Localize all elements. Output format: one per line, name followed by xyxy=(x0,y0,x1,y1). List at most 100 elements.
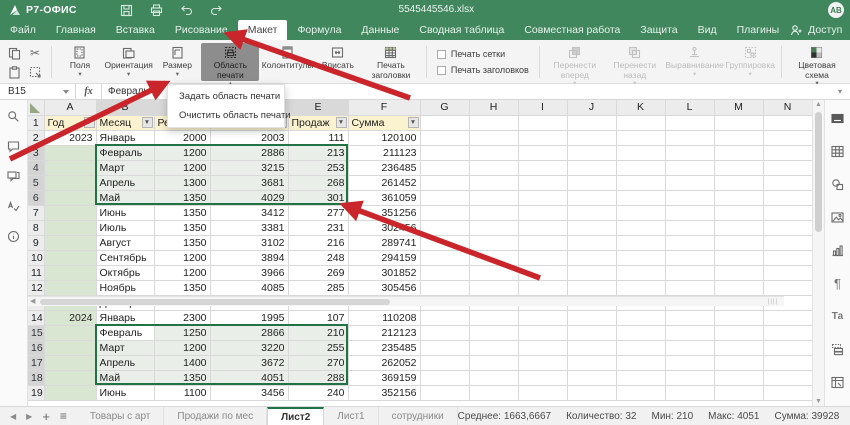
cell-C3[interactable]: 1200 xyxy=(154,145,210,160)
empty-cell[interactable] xyxy=(518,310,567,325)
copy-button[interactable] xyxy=(4,44,24,62)
empty-cell[interactable] xyxy=(469,160,518,175)
empty-cell[interactable] xyxy=(469,355,518,370)
empty-cell[interactable] xyxy=(665,385,714,400)
empty-cell[interactable] xyxy=(420,220,469,235)
checkbox-icon[interactable] xyxy=(437,66,446,75)
pivot-settings-panel-button[interactable] xyxy=(830,374,846,390)
cell-E11[interactable]: 269 xyxy=(288,265,348,280)
cell-C12[interactable]: 1350 xyxy=(154,280,210,295)
search-panel-button[interactable] xyxy=(6,108,22,124)
cell-E16[interactable]: 255 xyxy=(288,340,348,355)
empty-cell[interactable] xyxy=(665,280,714,295)
empty-cell[interactable] xyxy=(665,220,714,235)
cell-C11[interactable]: 1200 xyxy=(154,265,210,280)
empty-cell[interactable] xyxy=(420,370,469,385)
cell-D7[interactable]: 3412 xyxy=(210,205,288,220)
cell-B14[interactable]: Январь xyxy=(96,310,154,325)
empty-cell[interactable] xyxy=(714,220,763,235)
empty-cell[interactable] xyxy=(616,235,665,250)
checkbox-print-grid[interactable]: Печать сетки xyxy=(437,49,529,59)
empty-cell[interactable] xyxy=(420,190,469,205)
empty-cell[interactable] xyxy=(616,310,665,325)
cell-E5[interactable]: 268 xyxy=(288,175,348,190)
empty-cell[interactable] xyxy=(665,235,714,250)
empty-cell[interactable] xyxy=(518,325,567,340)
headers-footers-button[interactable]: Колонтитулы xyxy=(261,43,314,81)
cell-name-box[interactable]: B15 xyxy=(0,84,76,99)
add-sheet-button[interactable]: + xyxy=(42,409,50,424)
empty-cell[interactable] xyxy=(763,160,812,175)
cell-A18[interactable] xyxy=(44,370,96,385)
empty-cell[interactable] xyxy=(714,190,763,205)
empty-cell[interactable] xyxy=(567,280,616,295)
sheet-tab-лист2[interactable]: Лист2 xyxy=(267,407,324,425)
empty-cell[interactable] xyxy=(714,115,763,130)
spellcheck-panel-button[interactable] xyxy=(6,198,22,214)
empty-cell[interactable] xyxy=(665,160,714,175)
paragraph-settings-panel-button[interactable]: ¶ xyxy=(830,275,846,291)
empty-cell[interactable] xyxy=(420,355,469,370)
empty-cell[interactable] xyxy=(469,190,518,205)
empty-cell[interactable] xyxy=(763,355,812,370)
cells-table[interactable]: ABCDEFGHIJKLMN1Год▼Месяц▼Реклама▼Посетит… xyxy=(28,100,813,401)
cell-D17[interactable]: 3672 xyxy=(210,355,288,370)
empty-cell[interactable] xyxy=(469,220,518,235)
empty-cell[interactable] xyxy=(420,160,469,175)
cell-C4[interactable]: 1200 xyxy=(154,160,210,175)
empty-cell[interactable] xyxy=(714,340,763,355)
cell-B16[interactable]: Март xyxy=(96,340,154,355)
size-button[interactable]: Размер▾ xyxy=(155,43,199,81)
document-title[interactable]: 5545445546.xlsx xyxy=(399,0,475,20)
cell-E2[interactable]: 111 xyxy=(288,130,348,145)
empty-cell[interactable] xyxy=(567,175,616,190)
empty-cell[interactable] xyxy=(714,310,763,325)
empty-cell[interactable] xyxy=(763,310,812,325)
row-header-11[interactable]: 11 xyxy=(28,265,44,280)
cell-B5[interactable]: Апрель xyxy=(96,175,154,190)
filter-dropdown-icon[interactable]: ▼ xyxy=(84,117,95,128)
cell-E15[interactable]: 210 xyxy=(288,325,348,340)
filter-dropdown-icon[interactable]: ▼ xyxy=(408,117,419,128)
cell-B12[interactable]: Ноябрь xyxy=(96,280,154,295)
scroll-up-icon[interactable]: ▲ xyxy=(813,101,824,108)
cell-A3[interactable] xyxy=(44,145,96,160)
empty-cell[interactable] xyxy=(665,250,714,265)
cell-B8[interactable]: Июль xyxy=(96,220,154,235)
empty-cell[interactable] xyxy=(665,145,714,160)
menu-item-set-print-area[interactable]: Задать область печати xyxy=(168,87,284,106)
empty-cell[interactable] xyxy=(469,385,518,400)
table-header-cell-b[interactable]: Месяц▼ xyxy=(96,115,154,130)
empty-cell[interactable] xyxy=(616,205,665,220)
cell-D4[interactable]: 3215 xyxy=(210,160,288,175)
row-header-18[interactable]: 18 xyxy=(28,370,44,385)
menu-tab-данные[interactable]: Данные xyxy=(351,20,409,40)
menu-tab-главная[interactable]: Главная xyxy=(46,20,106,40)
cell-B2[interactable]: Январь xyxy=(96,130,154,145)
empty-cell[interactable] xyxy=(665,370,714,385)
column-header-G[interactable]: G xyxy=(420,100,469,115)
cell-C2[interactable]: 2000 xyxy=(154,130,210,145)
cell-D8[interactable]: 3381 xyxy=(210,220,288,235)
cell-B18[interactable]: Май xyxy=(96,370,154,385)
empty-cell[interactable] xyxy=(420,235,469,250)
cell-B7[interactable]: Июнь xyxy=(96,205,154,220)
empty-cell[interactable] xyxy=(469,340,518,355)
empty-cell[interactable] xyxy=(567,130,616,145)
empty-cell[interactable] xyxy=(665,175,714,190)
sheet-tab-сотрудники[interactable]: сотрудники xyxy=(379,407,458,425)
empty-cell[interactable] xyxy=(420,310,469,325)
empty-cell[interactable] xyxy=(420,385,469,400)
cell-F16[interactable]: 235485 xyxy=(348,340,420,355)
cell-D2[interactable]: 2003 xyxy=(210,130,288,145)
cell-B19[interactable]: Июнь xyxy=(96,385,154,400)
cell-E4[interactable]: 253 xyxy=(288,160,348,175)
empty-cell[interactable] xyxy=(469,370,518,385)
cell-F5[interactable]: 261452 xyxy=(348,175,420,190)
empty-cell[interactable] xyxy=(420,265,469,280)
empty-cell[interactable] xyxy=(763,175,812,190)
cell-F19[interactable]: 352156 xyxy=(348,385,420,400)
cell-C8[interactable]: 1350 xyxy=(154,220,210,235)
column-header-B[interactable]: B xyxy=(96,100,154,115)
empty-cell[interactable] xyxy=(665,340,714,355)
